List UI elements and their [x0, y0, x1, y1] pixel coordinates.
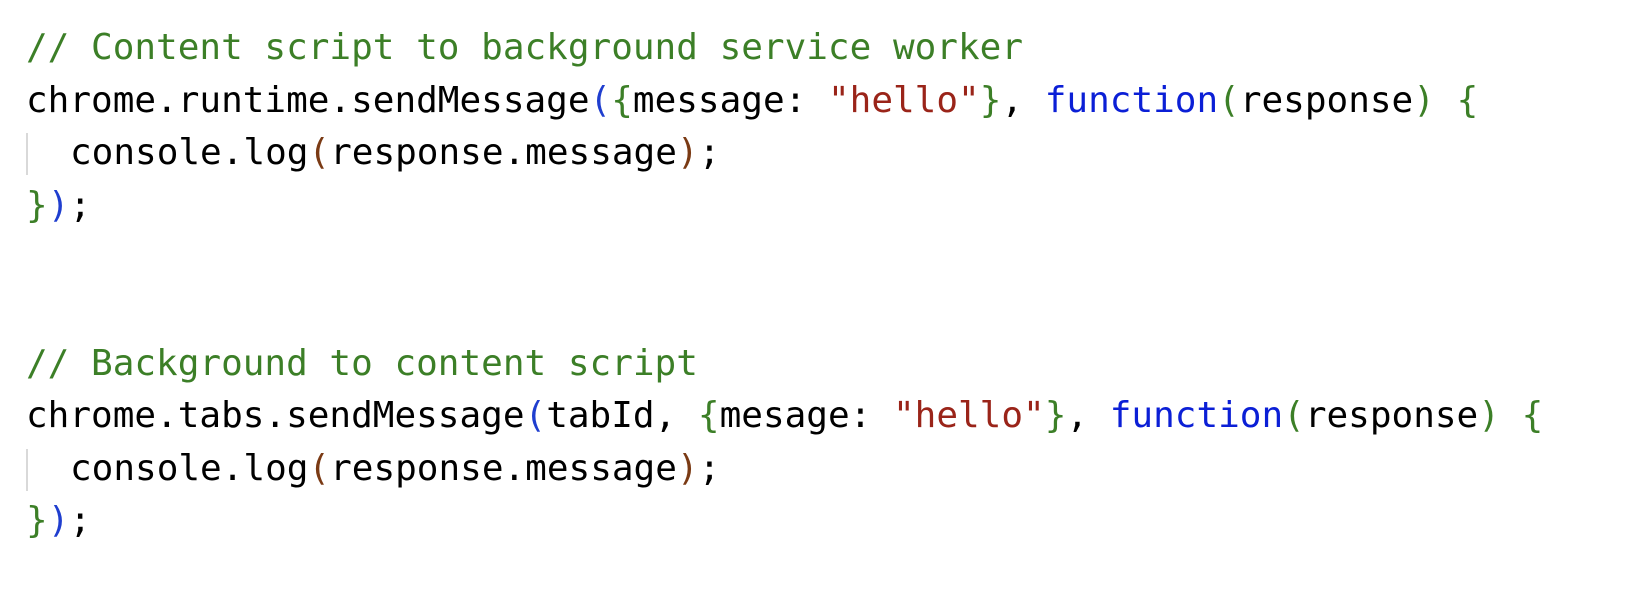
call-expression: chrome.runtime.sendMessage	[26, 79, 590, 121]
open-paren: (	[1218, 79, 1240, 121]
code-line-body-2: console.log(response.message);	[26, 443, 1616, 496]
object-key: mesage:	[719, 395, 893, 437]
code-line-comment-1: // Content script to background service …	[26, 22, 1616, 75]
open-paren: (	[1283, 395, 1305, 437]
close-paren: )	[676, 132, 699, 174]
code-snippet: // Content script to background service …	[26, 22, 1616, 548]
code-line-comment-2: // Background to content script	[26, 338, 1616, 391]
semicolon: ;	[698, 132, 721, 174]
param-name: response	[1239, 79, 1414, 121]
body-call: console.log	[70, 132, 309, 174]
object-key: message:	[632, 79, 828, 121]
open-paren: (	[308, 132, 331, 174]
open-paren: (	[308, 447, 331, 489]
close-brace: }	[1044, 395, 1067, 437]
close-paren: )	[47, 500, 70, 542]
comment-text: // Background to content script	[26, 342, 698, 384]
code-line-close-1: });	[26, 180, 1616, 233]
body-argument: response.message	[330, 132, 677, 174]
code-line-close-2: });	[26, 495, 1616, 548]
function-keyword: function	[1109, 395, 1284, 437]
body-call: console.log	[70, 447, 309, 489]
semicolon: ;	[698, 447, 721, 489]
semicolon: ;	[69, 500, 92, 542]
param-name: response	[1304, 395, 1479, 437]
close-brace: }	[26, 500, 48, 542]
indent-guide	[26, 448, 28, 491]
string-literal: "hello"	[827, 79, 980, 121]
code-line-call-2: chrome.tabs.sendMessage(tabId, {mesage: …	[26, 390, 1616, 443]
close-paren: )	[1413, 79, 1435, 121]
indent-guide	[26, 133, 28, 176]
open-brace: {	[1521, 395, 1544, 437]
close-paren: )	[47, 184, 70, 226]
function-keyword: function	[1044, 79, 1219, 121]
open-paren: (	[524, 395, 547, 437]
semicolon: ;	[69, 184, 92, 226]
comma: ,	[1001, 79, 1045, 121]
close-brace: }	[26, 184, 48, 226]
open-brace: {	[697, 395, 720, 437]
code-line-body-1: console.log(response.message);	[26, 127, 1616, 180]
body-argument: response.message	[330, 447, 677, 489]
call-expression: chrome.tabs.sendMessage	[26, 395, 525, 437]
comment-text: // Content script to background service …	[26, 27, 1023, 68]
close-paren: )	[676, 447, 699, 489]
close-brace: }	[979, 79, 1002, 121]
open-brace: {	[611, 79, 633, 121]
open-paren: (	[589, 79, 612, 121]
string-literal: "hello"	[892, 395, 1045, 437]
first-argument: tabId,	[546, 395, 698, 437]
open-brace: {	[1456, 79, 1479, 121]
code-line-call-1: chrome.runtime.sendMessage({message: "he…	[26, 75, 1616, 128]
close-paren: )	[1478, 395, 1500, 437]
comma: ,	[1066, 395, 1110, 437]
